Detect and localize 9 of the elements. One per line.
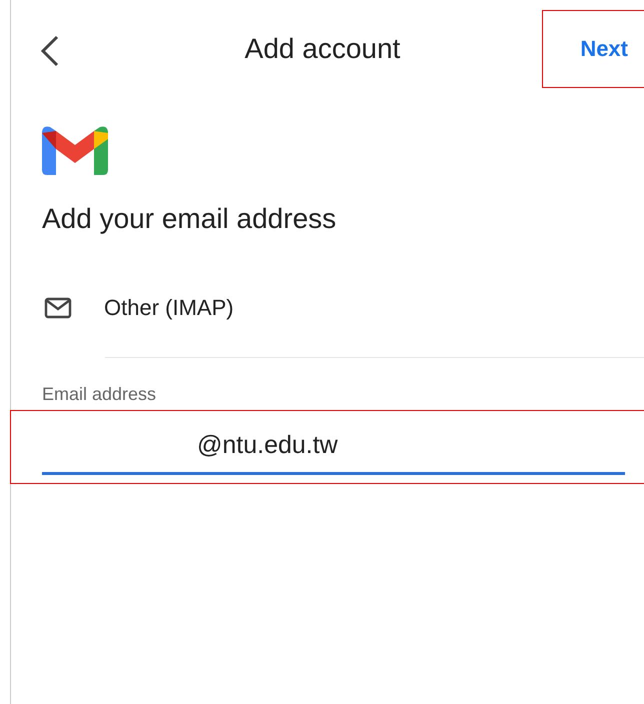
email-field[interactable]: @ntu.edu.tw — [42, 405, 625, 475]
account-type[interactable]: Other (IMAP) — [104, 295, 234, 321]
envelope-icon — [44, 297, 72, 319]
field-label: Email address — [42, 384, 158, 405]
back-icon[interactable] — [40, 35, 60, 67]
page-heading: Add your email address — [42, 203, 338, 235]
next-button[interactable]: Next — [580, 36, 628, 62]
mail-logo-icon — [42, 125, 108, 175]
screen-title: Add account — [244, 33, 402, 65]
